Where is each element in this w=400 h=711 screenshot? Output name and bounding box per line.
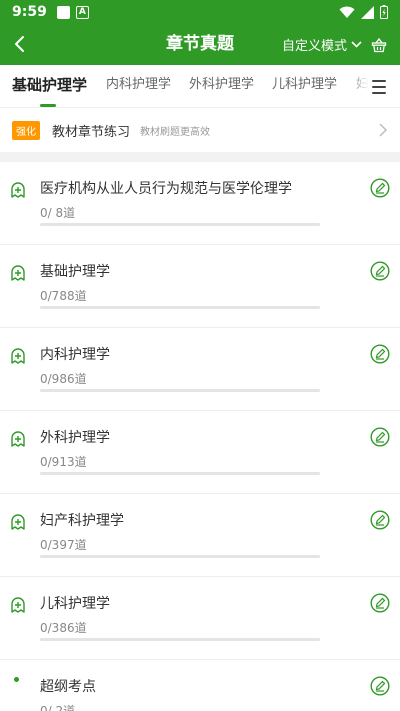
wifi-icon — [339, 6, 355, 18]
edit-icon[interactable] — [370, 178, 390, 198]
expand-plus-icon[interactable] — [10, 182, 26, 198]
expand-plus-icon[interactable] — [10, 597, 26, 613]
active-tab-indicator — [40, 104, 56, 107]
expand-plus-icon[interactable] — [10, 514, 26, 530]
chapter-title: 医疗机构从业人员行为规范与医学伦理学 — [40, 181, 292, 197]
section-divider — [0, 152, 400, 162]
chevron-down-icon — [351, 41, 362, 48]
tab-internal-medicine-nursing[interactable]: 内科护理学 — [106, 65, 171, 107]
notification-square-icon — [56, 5, 70, 19]
edit-icon[interactable] — [370, 593, 390, 613]
edit-icon[interactable] — [370, 676, 390, 696]
edit-icon[interactable] — [370, 427, 390, 447]
status-bar: 9:59 A — [0, 0, 400, 24]
promo-title: 教材章节练习 — [52, 124, 131, 140]
chapter-count: 0/397道 — [40, 538, 87, 552]
chapter-row[interactable]: 基础护理学 0/788道 — [0, 245, 400, 328]
chapter-row[interactable]: 外科护理学 0/913道 — [0, 411, 400, 494]
chapter-count: 0/986道 — [40, 372, 87, 386]
chevron-left-icon — [15, 36, 24, 52]
tab-basic-nursing[interactable]: 基础护理学 — [12, 65, 87, 107]
chapter-row[interactable]: 儿科护理学 0/386道 — [0, 577, 400, 660]
chapter-row[interactable]: 医疗机构从业人员行为规范与医学伦理学 0/ 8道 — [0, 162, 400, 245]
top-navbar: 章节真题 自定义模式 — [0, 24, 400, 65]
chapter-row[interactable]: 内科护理学 0/986道 — [0, 328, 400, 411]
signal-icon — [361, 5, 374, 19]
basket-button[interactable] — [368, 34, 390, 56]
chapter-title: 妇产科护理学 — [40, 513, 124, 529]
chapter-progress-bar — [40, 389, 320, 392]
chapter-title: 超纲考点 — [40, 679, 96, 695]
chapter-count: 0/913道 — [40, 455, 87, 469]
subject-tabs: 基础护理学 内科护理学 外科护理学 儿科护理学 妇 — [0, 65, 400, 108]
expand-plus-icon[interactable] — [10, 431, 26, 447]
chapter-row[interactable]: 超纲考点 0/ 2道 — [0, 660, 400, 711]
chevron-right-icon — [379, 123, 388, 137]
basket-icon — [371, 37, 387, 53]
expand-plus-icon[interactable] — [10, 348, 26, 364]
chapter-count: 0/ 8道 — [40, 206, 76, 220]
textbook-practice-banner[interactable]: 强化 教材章节练习 教材刷题更高效 — [0, 108, 400, 152]
promo-badge: 强化 — [12, 120, 40, 140]
promo-subtitle: 教材刷题更高效 — [140, 126, 211, 138]
edit-icon[interactable] — [370, 261, 390, 281]
chapter-title: 内科护理学 — [40, 347, 110, 363]
chapter-title: 基础护理学 — [40, 264, 110, 280]
chapter-progress-bar — [40, 638, 320, 641]
bullet-dot-icon — [14, 677, 19, 682]
chapter-progress-bar — [40, 306, 320, 309]
notification-letter-icon: A — [75, 5, 89, 19]
edit-icon[interactable] — [370, 344, 390, 364]
tab-surgical-nursing[interactable]: 外科护理学 — [189, 65, 254, 107]
battery-icon — [380, 5, 388, 19]
chapter-progress-bar — [40, 223, 320, 226]
chapter-count: 0/788道 — [40, 289, 87, 303]
expand-plus-icon[interactable] — [10, 265, 26, 281]
chapter-count: 0/386道 — [40, 621, 87, 635]
edit-icon[interactable] — [370, 510, 390, 530]
status-time: 9:59 — [12, 4, 47, 20]
chapter-list: 医疗机构从业人员行为规范与医学伦理学 0/ 8道 基础护理学 0/788道 内科… — [0, 162, 400, 711]
mode-label: 自定义模式 — [281, 39, 347, 54]
chapter-row[interactable]: 妇产科护理学 0/397道 — [0, 494, 400, 577]
chapter-title: 儿科护理学 — [40, 596, 110, 612]
chapter-count: 0/ 2道 — [40, 704, 76, 711]
back-button[interactable] — [6, 30, 34, 58]
menu-icon[interactable] — [368, 76, 390, 98]
tab-pediatric-nursing[interactable]: 儿科护理学 — [272, 65, 337, 107]
chapter-progress-bar — [40, 472, 320, 475]
chapter-title: 外科护理学 — [40, 430, 110, 446]
mode-dropdown[interactable]: 自定义模式 — [282, 24, 362, 65]
chapter-progress-bar — [40, 555, 320, 558]
